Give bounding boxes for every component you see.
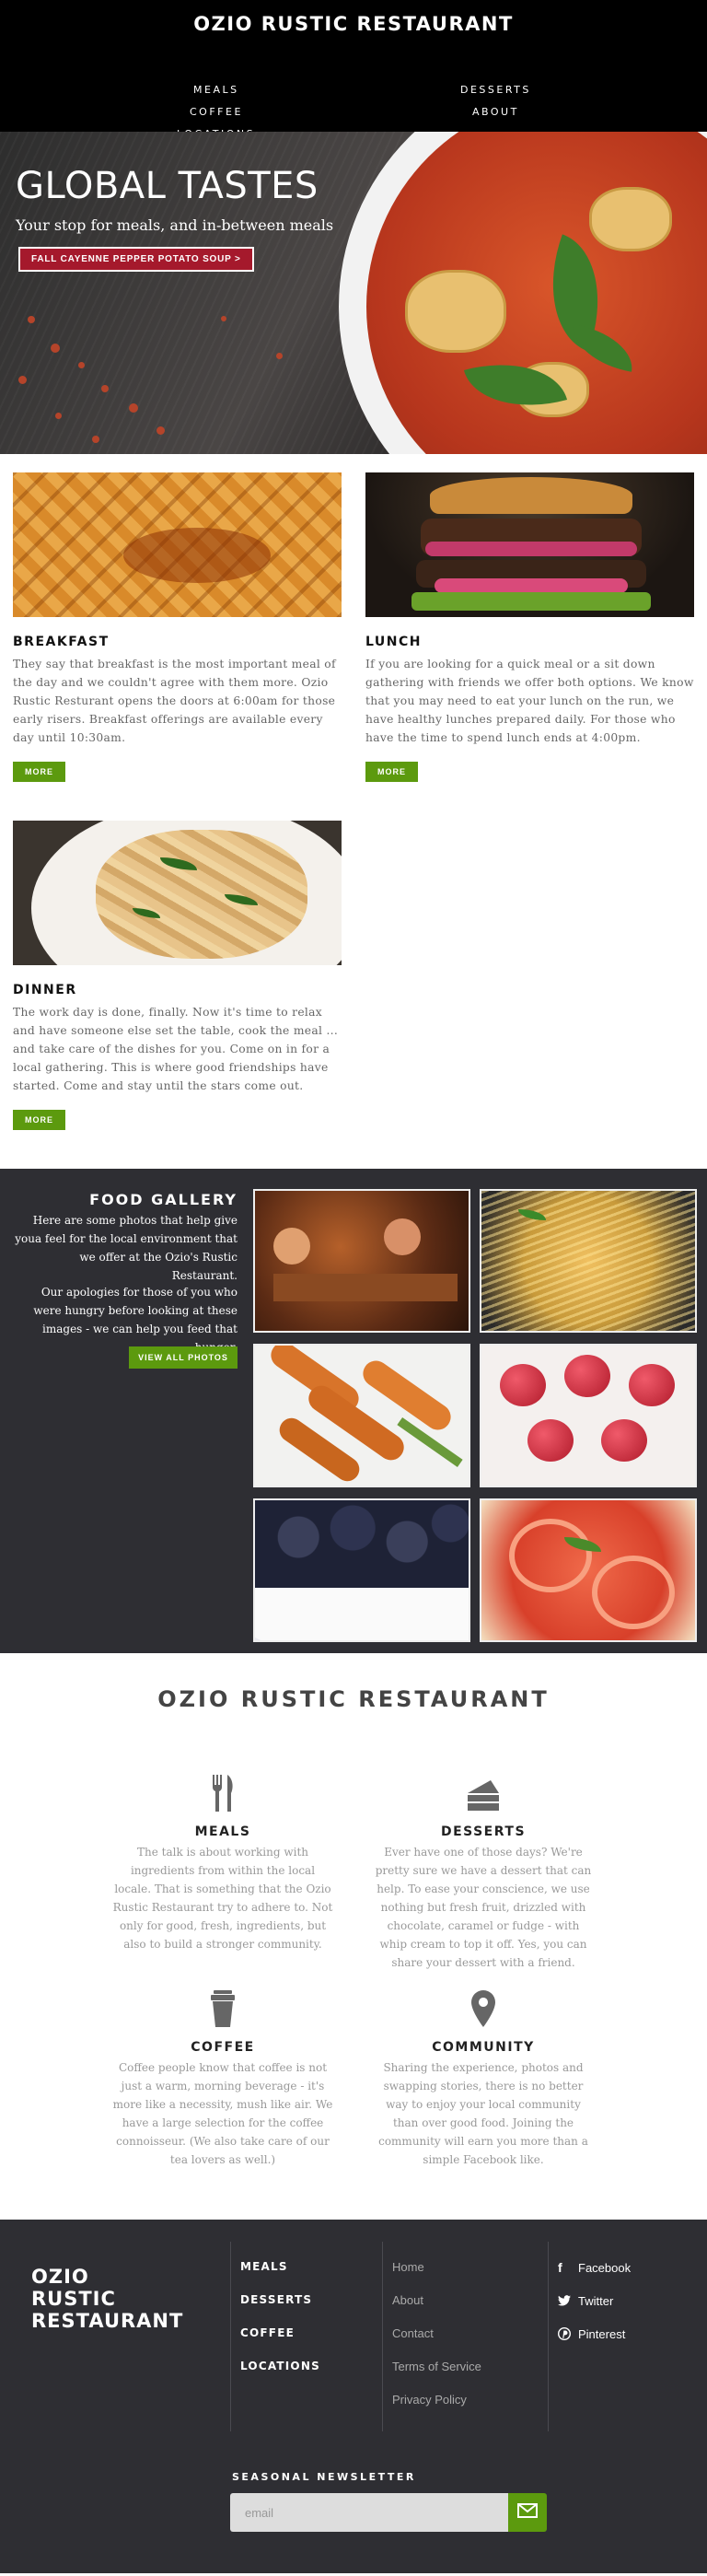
gallery-title: Food Gallery [89, 1191, 238, 1208]
gallery-photo-blueberries[interactable] [253, 1498, 470, 1642]
waffle-image [13, 472, 342, 617]
spice-speck [156, 426, 165, 435]
meal-card-dinner: Dinner The work day is done, finally. No… [13, 821, 342, 1130]
spice-speck [28, 316, 35, 323]
meal-card-lunch: Lunch If you are looking for a quick mea… [365, 472, 694, 782]
service-text: Sharing the experience, photos and swapp… [378, 2061, 588, 2166]
view-all-photos-button[interactable]: View All Photos [129, 1346, 238, 1369]
potato-slice [405, 270, 506, 353]
spice-speck [276, 353, 283, 359]
footer-brand-line: Ozio [31, 2266, 89, 2288]
gallery-photo-tomatoes[interactable] [480, 1498, 697, 1642]
service-desserts: Desserts Ever have one of those days? We… [373, 1773, 594, 1972]
footer-link-privacy[interactable]: Privacy Policy [392, 2393, 467, 2407]
newsletter-email-input[interactable] [230, 2493, 508, 2532]
service-text: The talk is about working with ingredien… [112, 1846, 333, 1951]
newsletter-submit-button[interactable] [508, 2493, 547, 2532]
newsletter-title: Seasonal Newsletter [232, 2471, 416, 2483]
hero-banner: GLOBAL TASTES Your stop for meals, and i… [0, 132, 707, 454]
site-header: Ozio Rustic Restaurant Meals Coffee Loca… [0, 0, 707, 140]
social-link-facebook[interactable]: f Facebook [558, 2260, 631, 2275]
nav-meals[interactable]: Meals [193, 84, 239, 96]
envelope-icon [517, 2502, 538, 2523]
footer-link-contact[interactable]: Contact [392, 2326, 434, 2340]
facebook-icon: f [558, 2260, 562, 2275]
meal-title: Breakfast [13, 635, 110, 649]
burger-image [365, 472, 694, 617]
gallery-photo-diners[interactable] [253, 1189, 470, 1333]
footer-brand-line: Restaurant [31, 2310, 184, 2332]
footer-link-coffee[interactable]: Coffee [240, 2326, 295, 2339]
more-button[interactable]: More [365, 762, 418, 782]
service-title: Coffee [191, 2040, 255, 2055]
gallery-photo-carrots[interactable] [253, 1344, 470, 1487]
meal-description: If you are looking for a quick meal or a… [365, 658, 694, 744]
nav-desserts[interactable]: Desserts [460, 84, 531, 96]
hero-subtitle: Your stop for meals, and in-between meal… [16, 216, 334, 234]
footer-nav-primary: Meals Desserts Coffee Locations [230, 2242, 382, 2431]
footer-brand-line: Rustic [31, 2288, 116, 2310]
service-meals: Meals The talk is about working with ing… [112, 1773, 333, 1953]
more-button[interactable]: More [13, 1110, 65, 1130]
fork-knife-icon [204, 1773, 241, 1813]
footer-nav-secondary: Home About Contact Terms of Service Priv… [382, 2242, 548, 2431]
service-title: Community [432, 2040, 535, 2055]
footer-social: f Facebook Twitter Pinterest [548, 2242, 686, 2431]
footer-link-meals[interactable]: Meals [240, 2260, 288, 2273]
footer-link-locations[interactable]: Locations [240, 2360, 320, 2372]
service-text: Ever have one of those days? We're prett… [375, 1846, 592, 1969]
spice-speck [221, 316, 226, 321]
nav-about[interactable]: About [472, 106, 519, 118]
twitter-icon [558, 2293, 578, 2308]
service-community: Community Sharing the experience, photos… [373, 1988, 594, 2169]
pinterest-icon [558, 2326, 578, 2341]
footer-link-about[interactable]: About [392, 2293, 423, 2307]
more-button[interactable]: More [13, 762, 65, 782]
footer-link-terms[interactable]: Terms of Service [392, 2360, 481, 2373]
site-footer: Ozio Rustic Restaurant Meals Desserts Co… [0, 2220, 707, 2573]
footer-link-home[interactable]: Home [392, 2260, 424, 2274]
social-link-twitter[interactable]: Twitter [558, 2293, 613, 2308]
hero-title: GLOBAL TASTES [16, 165, 319, 207]
meal-description: They say that breakfast is the most impo… [13, 658, 336, 744]
services-section: Ozio Rustic Restaurant Meals The talk is… [0, 1653, 707, 2220]
meal-title: Dinner [13, 983, 77, 997]
hero-cta-button[interactable]: Fall Cayenne Pepper Potato Soup > [18, 247, 254, 272]
social-label: Pinterest [578, 2327, 626, 2341]
potato-slice [589, 187, 672, 251]
meals-section: Breakfast They say that breakfast is the… [0, 454, 707, 1169]
site-brand[interactable]: Ozio Rustic Restaurant [0, 0, 707, 35]
coffee-cup-icon [204, 1988, 241, 2029]
meal-description: The work day is done, finally. Now it's … [13, 1006, 339, 1092]
spice-speck [101, 385, 109, 392]
service-title: Meals [194, 1824, 251, 1839]
service-text: Coffee people know that coffee is not ju… [112, 2061, 333, 2166]
meal-card-breakfast: Breakfast They say that breakfast is the… [13, 472, 342, 782]
food-gallery-section: Food Gallery Here are some photos that h… [0, 1169, 707, 1653]
spice-speck [129, 403, 138, 413]
main-nav: Meals Coffee Locations Desserts About [0, 35, 707, 140]
spice-speck [51, 344, 60, 353]
cake-slice-icon [465, 1773, 502, 1813]
gallery-text: Our apologies for those of you who were … [33, 1286, 238, 1354]
service-coffee: Coffee Coffee people know that coffee is… [112, 1988, 333, 2169]
gallery-photo-noodles[interactable] [480, 1189, 697, 1333]
footer-link-desserts[interactable]: Desserts [240, 2293, 312, 2306]
services-heading: Ozio Rustic Restaurant [157, 1686, 550, 1712]
social-label: Facebook [578, 2261, 632, 2275]
meal-title: Lunch [365, 635, 422, 649]
spice-speck [55, 413, 62, 419]
spice-speck [78, 362, 85, 368]
service-title: Desserts [440, 1824, 527, 1839]
map-pin-icon [465, 1988, 502, 2029]
spice-speck [92, 436, 99, 443]
nav-coffee[interactable]: Coffee [190, 106, 243, 118]
pasta-image [13, 821, 342, 965]
social-label: Twitter [578, 2294, 614, 2308]
spice-speck [18, 376, 27, 384]
gallery-text: Here are some photos that help give youa… [15, 1214, 238, 1282]
gallery-photo-raspberries[interactable] [480, 1344, 697, 1487]
footer-brand[interactable]: Ozio Rustic Restaurant [31, 2266, 183, 2332]
social-link-pinterest[interactable]: Pinterest [558, 2326, 625, 2341]
